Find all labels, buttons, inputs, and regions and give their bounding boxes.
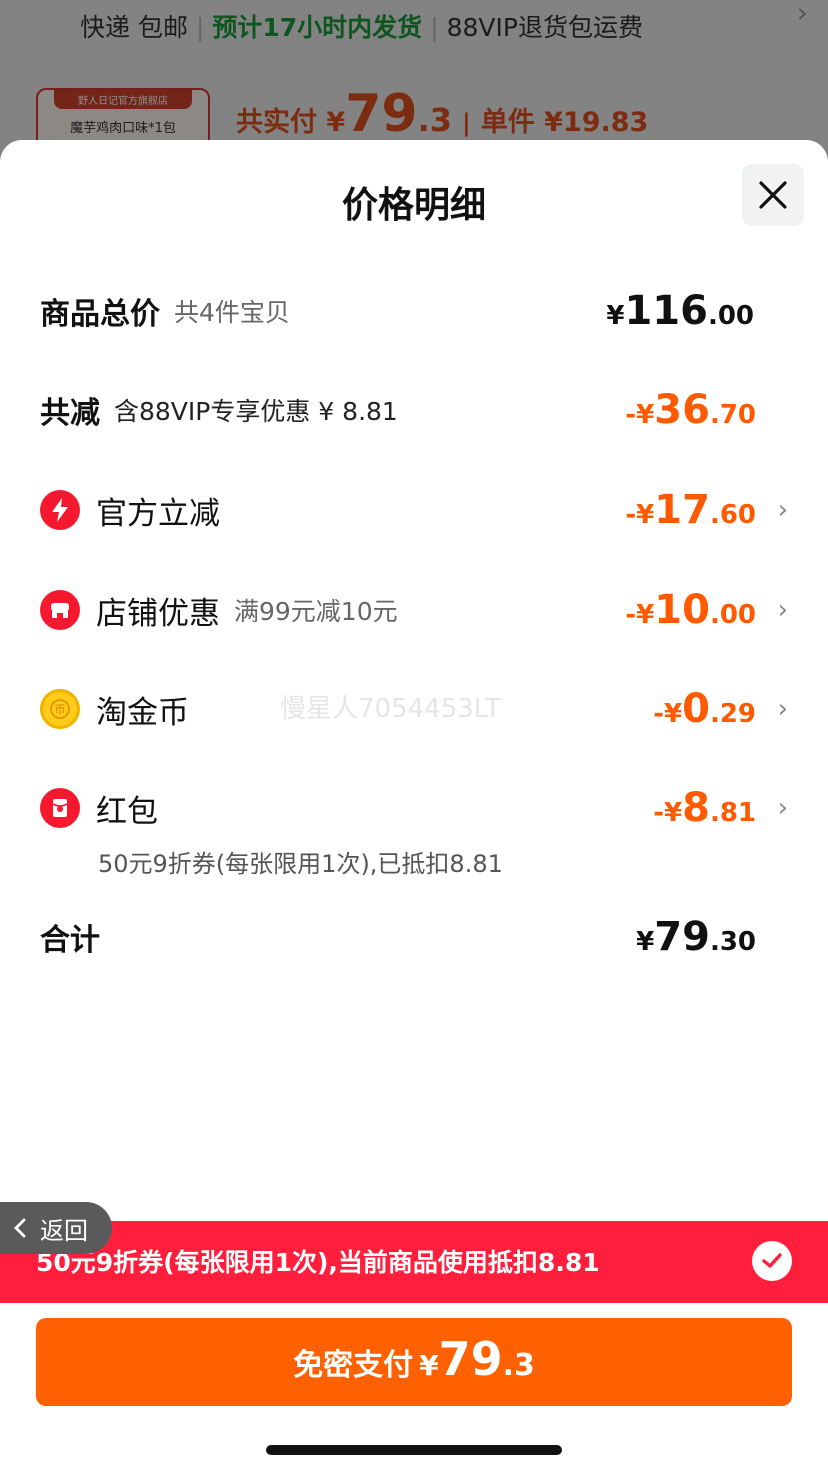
- coins-int: 0: [682, 686, 710, 732]
- reduce-amount: -¥ 36.70: [625, 387, 756, 433]
- row-total: 商品总价 共4件宝贝 ¥116.00: [40, 281, 788, 341]
- official-int: 17: [654, 487, 710, 533]
- row-reduce: 共减 含88VIP专享优惠 ¥ 8.81 -¥ 36.70: [40, 380, 788, 440]
- pay-int: 79: [438, 1332, 503, 1386]
- coin-icon: 币: [40, 689, 80, 729]
- redpacket-amount: -¥ 8.81: [653, 785, 756, 831]
- red-packet-icon: [40, 788, 80, 828]
- sheet-title: 价格明细: [341, 185, 486, 226]
- close-icon: [759, 181, 787, 209]
- svg-text:币: 币: [55, 703, 66, 716]
- redpacket-dec: .81: [709, 798, 756, 828]
- sum-amount: ¥79.30: [636, 914, 756, 960]
- pay-dec: .3: [502, 1348, 535, 1383]
- back-button[interactable]: 返回: [0, 1202, 112, 1254]
- store-dec: .00: [709, 600, 756, 630]
- store-label: 店铺优惠: [96, 595, 220, 632]
- total-label: 商品总价: [40, 297, 160, 332]
- bolt-icon: [40, 490, 80, 530]
- chevron-right-icon: ›: [777, 694, 788, 724]
- official-label: 官方立减: [96, 495, 220, 532]
- total-int: 116: [624, 288, 708, 334]
- redpacket-label: 红包: [96, 793, 158, 830]
- check-icon: [762, 1253, 782, 1268]
- reduce-int: 36: [654, 387, 710, 433]
- coupon-checkbox[interactable]: [752, 1241, 792, 1281]
- total-dec: .00: [707, 301, 754, 331]
- coins-label: 淘金币: [96, 694, 189, 731]
- home-indicator[interactable]: [266, 1445, 562, 1455]
- pay-label: 免密支付: [293, 1348, 414, 1383]
- sum-label: 合计: [40, 923, 100, 958]
- total-yen: ¥: [606, 301, 625, 331]
- store-icon: [40, 590, 80, 630]
- pay-button[interactable]: 免密支付 ¥79.3: [36, 1318, 792, 1406]
- sum-yen: ¥: [636, 927, 655, 957]
- total-amount: ¥116.00: [606, 288, 754, 334]
- redpacket-int: 8: [682, 785, 710, 831]
- store-note: 满99元减10元: [234, 597, 398, 626]
- chevron-right-icon: ›: [777, 793, 788, 823]
- store-int: 10: [654, 587, 710, 633]
- reduce-note: 含88VIP专享优惠 ¥ 8.81: [114, 397, 398, 426]
- reduce-yen: -¥: [625, 400, 655, 430]
- dim-overlay[interactable]: [0, 0, 828, 160]
- watermark: 慢星人7054453LT: [280, 694, 501, 724]
- row-red-packet[interactable]: 红包 -¥ 8.81 ›: [40, 778, 788, 838]
- row-sum: 合计 ¥79.30: [40, 907, 788, 967]
- coupon-text: 50元9折券(每张限用1次),当前商品使用抵扣8.81: [36, 1248, 600, 1277]
- row-official-discount[interactable]: 官方立减 -¥ 17.60 ›: [40, 480, 788, 540]
- official-dec: .60: [709, 500, 756, 530]
- redpacket-yen: -¥: [653, 798, 683, 828]
- row-store-discount[interactable]: 店铺优惠 满99元减10元 -¥ 10.00 ›: [40, 580, 788, 640]
- reduce-label: 共减: [40, 396, 100, 431]
- redpacket-note: 50元9折券(每张限用1次),已抵扣8.81: [98, 850, 503, 878]
- sum-dec: .30: [709, 927, 756, 957]
- coins-amount: -¥ 0.29: [653, 686, 756, 732]
- coins-yen: -¥: [653, 699, 683, 729]
- total-count: 共4件宝贝: [174, 298, 290, 327]
- close-button[interactable]: [742, 164, 804, 226]
- store-amount: -¥ 10.00: [625, 587, 756, 633]
- coins-dec: .29: [709, 699, 756, 729]
- reduce-dec: .70: [709, 400, 756, 430]
- back-label: 返回: [40, 1216, 88, 1245]
- coupon-bar[interactable]: 50元9折券(每张限用1次),当前商品使用抵扣8.81: [0, 1221, 828, 1303]
- chevron-right-icon: ›: [777, 495, 788, 525]
- back-arrow-icon: [14, 1218, 26, 1238]
- sum-int: 79: [654, 914, 710, 960]
- pay-yen: ¥: [419, 1349, 439, 1382]
- store-yen: -¥: [625, 600, 655, 630]
- official-amount: -¥ 17.60: [625, 487, 756, 533]
- official-yen: -¥: [625, 500, 655, 530]
- chevron-right-icon: ›: [777, 595, 788, 625]
